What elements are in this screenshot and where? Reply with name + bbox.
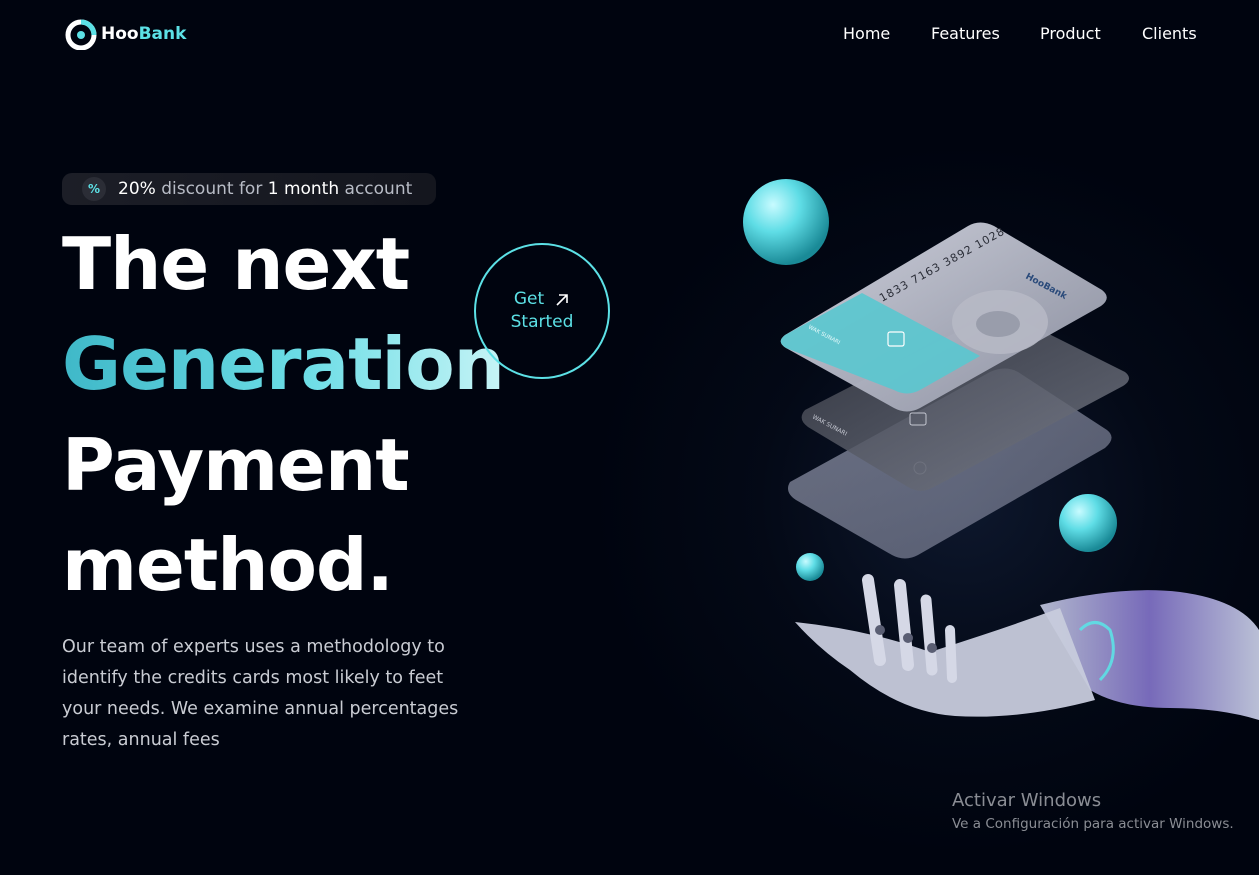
get-started-label-line1: Get [513, 289, 545, 309]
sphere-large [743, 179, 829, 265]
hero-title-line4: method. [62, 523, 394, 607]
logo-text: HooBank [101, 24, 186, 44]
discount-text-2: account [339, 179, 413, 199]
nav-features[interactable]: Features [931, 24, 1000, 43]
discount-badge: % 20% discount for 1 month account [62, 173, 436, 205]
discount-percent: 20% [118, 179, 156, 199]
windows-activation-subtitle: Ve a Configuración para activar Windows. [952, 816, 1234, 832]
nav-clients[interactable]: Clients [1142, 24, 1197, 43]
hero-title-line3: Payment [62, 423, 410, 507]
hero-illustration: WAK SUNARI 1833 7163 3892 1028 HooBank W… [743, 179, 1259, 720]
discount-text: 20% discount for 1 month account [118, 179, 412, 199]
hero-description: Our team of experts uses a methodology t… [62, 637, 459, 750]
navbar: HooBank Home Features Product Clients [0, 0, 1259, 75]
logo-text-part2: Bank [138, 24, 187, 44]
nav-home[interactable]: Home [843, 24, 890, 43]
sphere-small [796, 553, 824, 581]
logo[interactable]: HooBank [65, 18, 186, 50]
discount-icon: % [82, 177, 106, 201]
get-started-button[interactable]: Get Started [474, 243, 610, 379]
sphere-medium [1059, 494, 1117, 552]
discount-text-1: discount for [155, 179, 268, 199]
get-started-label-line2: Started [510, 312, 574, 332]
logo-text-part1: Hoo [101, 24, 139, 44]
hoobank-logo-icon [65, 19, 97, 50]
arrow-up-right-icon [556, 293, 568, 306]
discount-duration: 1 month [267, 179, 340, 199]
hero-title-line2: Generation [62, 322, 505, 406]
hero-title-line1: The next [62, 222, 410, 306]
windows-activation-title: Activar Windows [952, 790, 1102, 811]
robot-hand [795, 574, 1259, 720]
nav-product[interactable]: Product [1040, 24, 1101, 43]
